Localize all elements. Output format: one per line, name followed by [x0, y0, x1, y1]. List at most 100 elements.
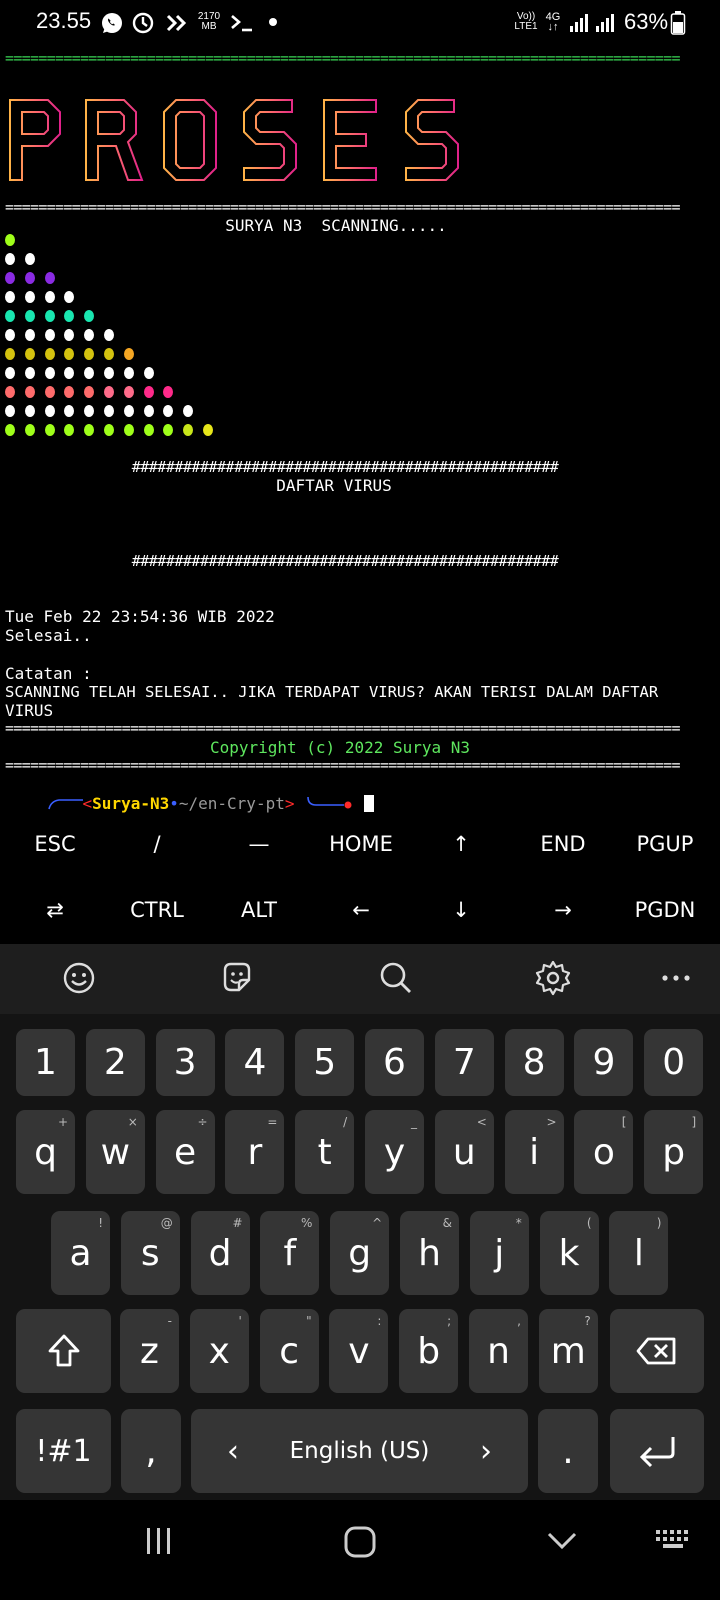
key-6[interactable]: 6	[365, 1029, 424, 1096]
proses-banner	[9, 99, 459, 181]
key-o[interactable]: o[	[574, 1110, 634, 1194]
data-speed: 2170 MB	[197, 11, 221, 32]
home-icon[interactable]	[343, 1525, 377, 1559]
key-w[interactable]: w ×	[85, 1110, 145, 1194]
enter-key[interactable]	[610, 1409, 704, 1493]
back-icon[interactable]	[546, 1530, 578, 1552]
dot	[123, 424, 134, 436]
key-s[interactable]: s @	[120, 1211, 180, 1295]
key-n[interactable]: n,	[469, 1309, 528, 1393]
sticker-icon[interactable]	[217, 958, 257, 998]
key-t[interactable]: t /	[295, 1110, 355, 1194]
space-bar[interactable]: ‹ English (US) ›	[191, 1409, 528, 1493]
key-g-secondary: ^	[372, 1216, 383, 1230]
dot	[123, 348, 134, 360]
key-x[interactable]: x '	[189, 1309, 249, 1393]
key-9-label: 9	[592, 1042, 616, 1083]
key-j[interactable]: j *	[469, 1211, 529, 1295]
key-2[interactable]: 2	[85, 1029, 145, 1096]
key-y[interactable]: y _	[365, 1110, 424, 1194]
key-ctrl[interactable]: CTRL	[106, 878, 208, 942]
key-h[interactable]: h &	[400, 1211, 459, 1295]
key-pgdn[interactable]: PGDN	[614, 878, 716, 942]
key-t-label: t	[317, 1131, 332, 1173]
selesai-text: Selesai..	[5, 626, 92, 645]
key-s-secondary: @	[160, 1216, 173, 1230]
key-k-secondary: (	[586, 1216, 592, 1230]
dot	[183, 405, 194, 417]
key-right-arrow[interactable]: →	[512, 878, 614, 942]
more-icon[interactable]	[656, 958, 696, 998]
shift-key[interactable]	[16, 1309, 111, 1393]
key-8[interactable]: 8	[504, 1029, 564, 1096]
symbols-key[interactable]: !#1	[16, 1409, 111, 1493]
key-f[interactable]: f%	[260, 1211, 320, 1295]
key-x-secondary: '	[238, 1314, 242, 1328]
key-slash[interactable]: /	[106, 812, 208, 876]
emoji-icon[interactable]	[59, 958, 99, 998]
key-up-arrow[interactable]: ↑	[410, 812, 512, 876]
key-4[interactable]: 4	[225, 1029, 285, 1096]
key-u[interactable]: u <	[434, 1110, 494, 1194]
key-i[interactable]: i >	[504, 1110, 564, 1194]
key-end[interactable]: END	[512, 812, 614, 876]
dot	[123, 405, 134, 417]
shift-icon	[48, 1334, 79, 1367]
dot	[64, 405, 75, 417]
key-dash[interactable]: —	[208, 812, 310, 876]
key-l[interactable]: l)	[609, 1211, 669, 1295]
settings-icon[interactable]	[533, 958, 573, 998]
key-tab[interactable]: ⇄	[4, 878, 106, 942]
dot	[163, 424, 174, 436]
key-8-label: 8	[522, 1042, 546, 1083]
key-w-secondary: ×	[127, 1115, 138, 1129]
recents-icon[interactable]	[144, 1526, 174, 1556]
dot	[84, 367, 95, 379]
dot	[183, 424, 194, 436]
dot	[24, 291, 35, 303]
key-a[interactable]: a!	[51, 1211, 110, 1295]
key-1[interactable]: 1	[16, 1029, 75, 1096]
key-0[interactable]: 0	[644, 1029, 704, 1096]
key-7[interactable]: 7	[434, 1029, 494, 1096]
key-alt[interactable]: ALT	[208, 878, 310, 942]
terminal-output[interactable]: ========================================…	[0, 46, 720, 816]
key-g[interactable]: g ^	[330, 1211, 390, 1295]
key-home[interactable]: HOME	[310, 812, 412, 876]
key-e[interactable]: e ÷	[155, 1110, 215, 1194]
search-icon[interactable]	[376, 958, 416, 998]
key-p[interactable]: p]	[644, 1110, 704, 1194]
key-left-arrow[interactable]: ←	[310, 878, 412, 942]
key-d[interactable]: d #	[190, 1211, 250, 1295]
comma-key[interactable]: ,	[121, 1409, 181, 1493]
key-9[interactable]: 9	[574, 1029, 634, 1096]
key-3[interactable]: 3	[155, 1029, 215, 1096]
period-key[interactable]: .	[538, 1409, 598, 1493]
dot	[143, 424, 154, 436]
separator-2: ========================================…	[5, 719, 680, 737]
key-u-secondary: <	[476, 1115, 487, 1129]
key-v[interactable]: v:	[329, 1309, 389, 1393]
dot	[84, 405, 95, 417]
backspace-key[interactable]	[610, 1309, 704, 1393]
key-down-arrow[interactable]: ↓	[410, 878, 512, 942]
key-r[interactable]: r =	[225, 1110, 285, 1194]
key-m[interactable]: m?	[538, 1309, 598, 1393]
key-z[interactable]: z-	[120, 1309, 179, 1393]
space-right-arrow-icon: ›	[480, 1433, 492, 1469]
prompt-user: Surya-N3	[92, 794, 170, 813]
key-q[interactable]: q +	[16, 1110, 75, 1194]
key-5[interactable]: 5	[295, 1029, 355, 1096]
key-b[interactable]: b;	[399, 1309, 459, 1393]
key-c[interactable]: c "	[259, 1309, 319, 1393]
extra-keys-bar: ESC / — HOME ↑ END PGUP ⇄ CTRL ALT ← ↓ →…	[0, 812, 720, 942]
key-k[interactable]: k(	[539, 1211, 599, 1295]
dot	[84, 424, 95, 436]
dot	[104, 405, 114, 417]
key-esc[interactable]: ESC	[4, 812, 106, 876]
keyboard-hide-icon[interactable]	[654, 1528, 694, 1554]
key-f-secondary: %	[300, 1216, 313, 1230]
dot	[44, 329, 55, 341]
key-pgup[interactable]: PGUP	[614, 812, 716, 876]
dot-icon	[269, 18, 277, 26]
